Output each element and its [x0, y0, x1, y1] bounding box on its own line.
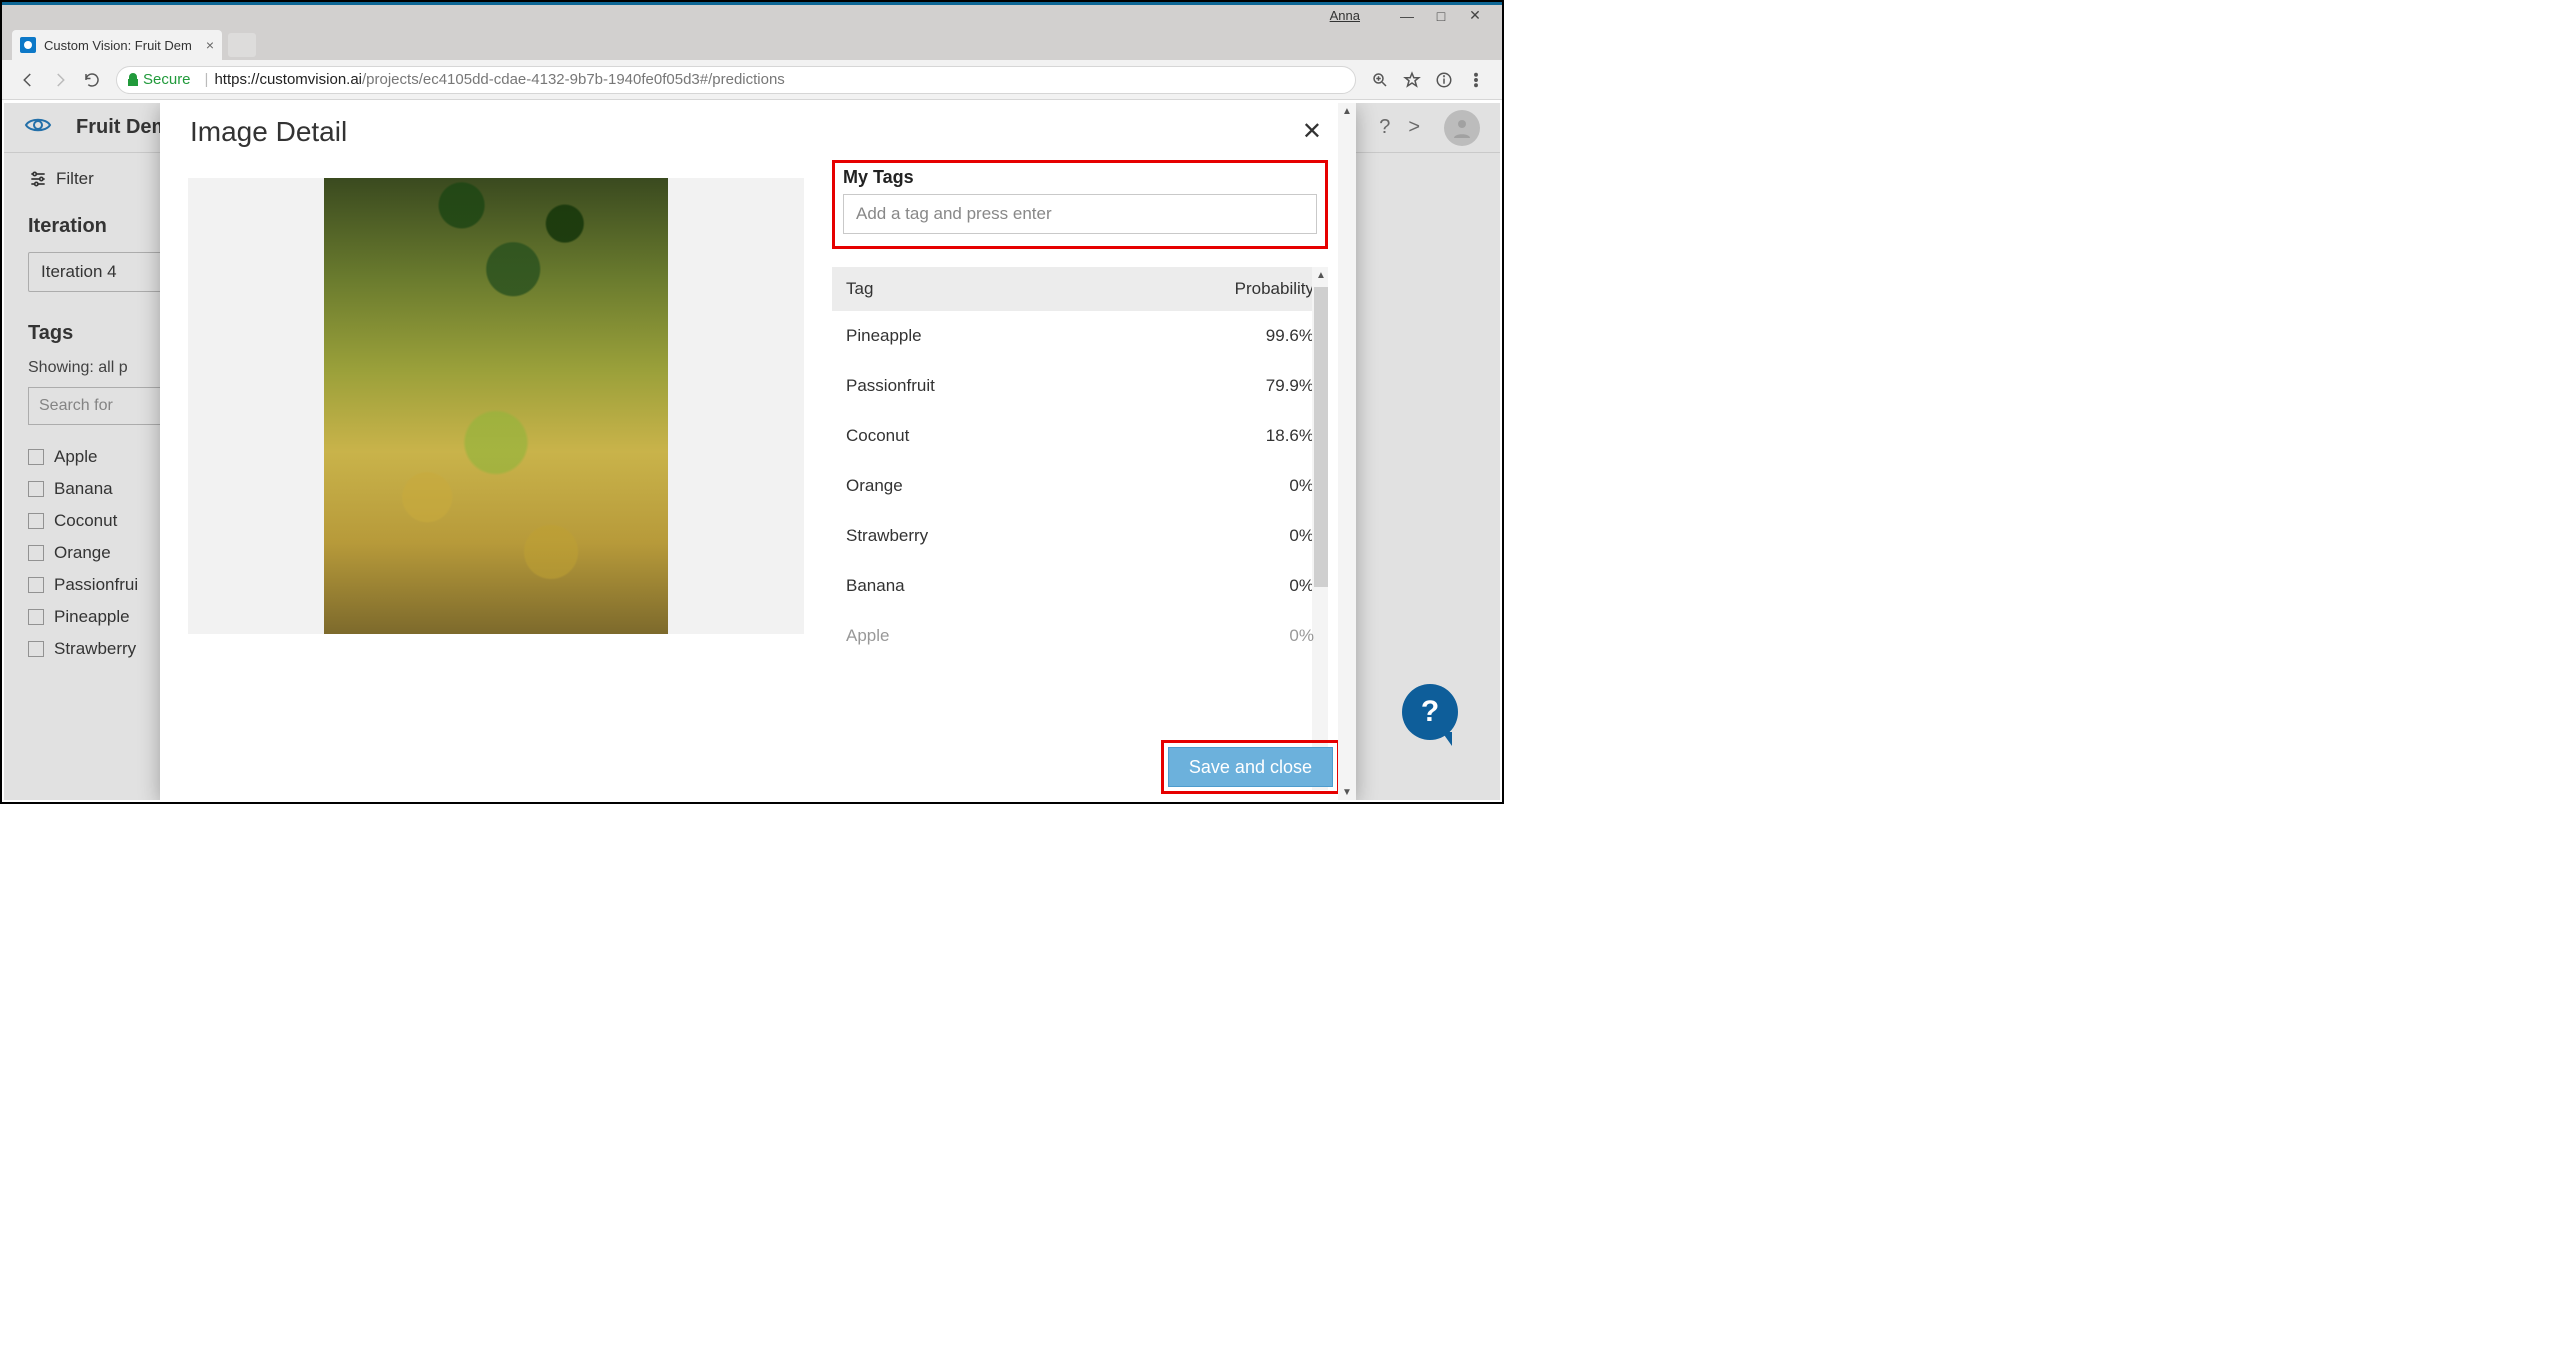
new-tab-button[interactable]: [228, 33, 256, 57]
tab-favicon: [20, 37, 36, 53]
prediction-row: Banana0%: [832, 561, 1328, 611]
add-tag-input[interactable]: [843, 194, 1317, 234]
my-tags-label: My Tags: [843, 167, 1317, 188]
scroll-up-icon[interactable]: ▲: [1312, 267, 1328, 283]
browser-tab[interactable]: Custom Vision: Fruit Dem ×: [12, 30, 222, 60]
predictions-panel: My Tags ▲ ▼ Tag Probability Pineapple99.…: [832, 154, 1328, 790]
scroll-up-icon[interactable]: ▲: [1338, 103, 1356, 119]
tab-close-button[interactable]: ×: [206, 37, 214, 53]
browser-tabstrip: Custom Vision: Fruit Dem ×: [2, 26, 1502, 60]
predictions-table: ▲ ▼ Tag Probability Pineapple99.6% Passi…: [832, 267, 1328, 790]
page-info-icon[interactable]: [1431, 67, 1457, 93]
window-titlebar: Anna — □ ✕: [2, 2, 1502, 26]
nav-forward-button[interactable]: [48, 68, 72, 92]
help-icon: ?: [1421, 695, 1439, 729]
window-minimize-button[interactable]: —: [1390, 8, 1424, 24]
col-header-probability: Probability: [1235, 279, 1314, 299]
image-detail-modal: Image Detail ✕ My Tags ▲ ▼: [160, 103, 1356, 800]
help-fab[interactable]: ?: [1402, 684, 1458, 740]
window-user: Anna: [1330, 8, 1360, 23]
predictions-scrollbar[interactable]: ▲ ▼: [1312, 267, 1328, 790]
prediction-row: Passionfruit79.9%: [832, 361, 1328, 411]
window-maximize-button[interactable]: □: [1424, 8, 1458, 24]
secure-label: Secure: [143, 71, 191, 88]
modal-title: Image Detail: [190, 116, 347, 148]
modal-close-button[interactable]: ✕: [1298, 113, 1326, 150]
bookmark-star-icon[interactable]: [1399, 67, 1425, 93]
nav-back-button[interactable]: [16, 68, 40, 92]
prediction-row: Orange0%: [832, 461, 1328, 511]
image-preview-panel: [188, 178, 804, 634]
nav-reload-button[interactable]: [80, 68, 104, 92]
table-header: Tag Probability: [832, 267, 1328, 311]
image-placeholder: [324, 178, 668, 634]
browser-menu-icon[interactable]: [1463, 67, 1489, 93]
prediction-row: Pineapple99.6%: [832, 311, 1328, 361]
url-input[interactable]: Secure | https://customvision.ai/project…: [116, 66, 1356, 94]
url-path: /projects/ec4105dd-cdae-4132-9b7b-1940fe…: [362, 71, 785, 88]
zoom-icon[interactable]: [1367, 67, 1393, 93]
app-page: Fruit Dem ? > Filter Iteration Iteration…: [4, 103, 1500, 800]
scroll-thumb[interactable]: [1314, 287, 1328, 587]
prediction-row: Coconut18.6%: [832, 411, 1328, 461]
prediction-row: Apple0%: [832, 611, 1328, 661]
modal-scrollbar[interactable]: ▲ ▼: [1338, 103, 1356, 800]
save-and-close-button[interactable]: Save and close: [1168, 747, 1333, 787]
secure-indicator: Secure: [127, 71, 191, 88]
tab-title: Custom Vision: Fruit Dem: [44, 38, 192, 53]
col-header-tag: Tag: [846, 279, 873, 299]
scroll-down-icon[interactable]: ▼: [1338, 784, 1356, 800]
url-host: https://customvision.ai: [214, 71, 362, 88]
my-tags-highlight: My Tags: [832, 160, 1328, 249]
window-close-button[interactable]: ✕: [1458, 7, 1492, 24]
save-highlight: Save and close: [1161, 740, 1340, 794]
browser-addressbar: Secure | https://customvision.ai/project…: [2, 60, 1502, 100]
prediction-row: Strawberry0%: [832, 511, 1328, 561]
